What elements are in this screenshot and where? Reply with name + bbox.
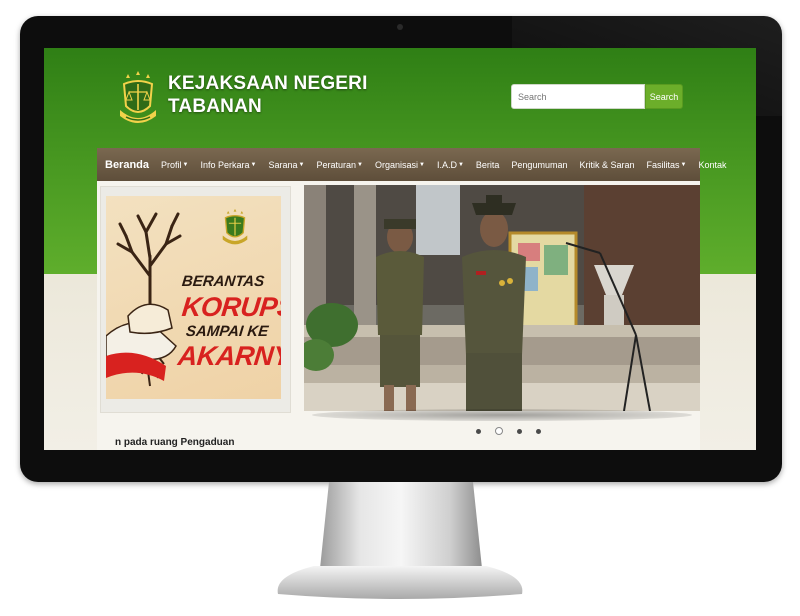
nav-item-peraturan[interactable]: Peraturan ▼ (316, 160, 362, 170)
nav-label: Profil (161, 159, 182, 170)
site-title-line1: KEJAKSAAN NEGERI (168, 73, 368, 94)
nav-label: Berita (475, 159, 500, 170)
slider-dot-active[interactable] (495, 427, 503, 435)
main-nav: Beranda Profil ▼ Info Perkara ▼ Sarana ▼ Pe… (97, 148, 727, 181)
slider-shadow (312, 409, 692, 421)
poster-line-korupsi: KORUPSI (180, 292, 281, 322)
slider-dot[interactable] (476, 428, 481, 434)
nav-label: Info Perkara (200, 159, 250, 170)
search-button[interactable]: Search (645, 84, 683, 109)
nav-label: Kontak (698, 159, 727, 170)
nav-item-kontak[interactable]: Kontak (698, 160, 726, 170)
slider-dot[interactable] (517, 428, 522, 434)
nav-item-pengumuman[interactable]: Pengumuman (511, 160, 567, 170)
monitor-stand-neck (319, 482, 483, 578)
caret-down-icon: ▼ (457, 161, 464, 168)
nav-item-kritik-saran[interactable]: Kritik & Saran (579, 160, 634, 170)
news-ticker[interactable]: n pada ruang Pengaduan (115, 437, 234, 448)
kejaksaan-emblem-icon[interactable] (116, 70, 160, 128)
nav-label: Pengumuman (511, 159, 568, 170)
slider-image[interactable] (304, 185, 700, 411)
nav-label: Fasilitas (646, 159, 680, 170)
caret-down-icon: ▼ (182, 161, 189, 168)
webcam-dot (397, 24, 403, 30)
caret-down-icon: ▼ (357, 161, 363, 168)
nav-item-fasilitas[interactable]: Fasilitas ▼ (647, 160, 687, 170)
nav-label: Organisasi (374, 159, 418, 170)
kejaksaan-emblem-small-icon (222, 208, 248, 245)
caret-down-icon: ▼ (680, 161, 687, 168)
nav-item-iad[interactable]: I.A.D ▼ (437, 160, 464, 170)
anti-corruption-poster[interactable]: BERANTAS KORUPSI SAMPAI KE AKARNYA (106, 196, 281, 399)
site-title-line2: TABANAN (168, 96, 262, 117)
nav-item-info-perkara[interactable]: Info Perkara ▼ (201, 160, 257, 170)
nav-item-organisasi[interactable]: Organisasi ▼ (375, 160, 425, 170)
poster-line-berantas: BERANTAS (181, 273, 266, 290)
nav-item-sarana[interactable]: Sarana ▼ (268, 160, 304, 170)
nav-item-beranda[interactable]: Beranda (105, 159, 149, 171)
monitor-stand-base (277, 566, 523, 599)
nav-label: I.A.D (436, 159, 457, 170)
caret-down-icon: ▼ (250, 161, 257, 168)
monitor-frame: KEJAKSAAN NEGERI TABANAN Search Beranda … (20, 16, 782, 482)
nav-item-berita[interactable]: Berita (476, 160, 500, 170)
poster-line-akarnya: AKARNYA (176, 341, 281, 371)
nav-label: Kritik & Saran (579, 159, 635, 170)
slider-pagination (469, 427, 548, 435)
website-screen: KEJAKSAAN NEGERI TABANAN Search Beranda … (44, 48, 756, 450)
nav-label: Sarana (268, 159, 298, 170)
ceremony-photo (304, 185, 700, 411)
nav-label: Beranda (105, 158, 150, 171)
search-input[interactable] (511, 84, 645, 109)
site-title[interactable]: KEJAKSAAN NEGERI TABANAN (168, 72, 368, 118)
slider-dot[interactable] (536, 428, 541, 434)
poster-line-sampai-ke: SAMPAI KE (185, 323, 270, 340)
nav-item-profil[interactable]: Profil ▼ (161, 160, 188, 170)
nav-label: Peraturan (316, 159, 356, 170)
content-area: BERANTAS KORUPSI SAMPAI KE AKARNYA n pad… (97, 181, 700, 450)
caret-down-icon: ▼ (298, 161, 305, 168)
caret-down-icon: ▼ (418, 161, 425, 168)
